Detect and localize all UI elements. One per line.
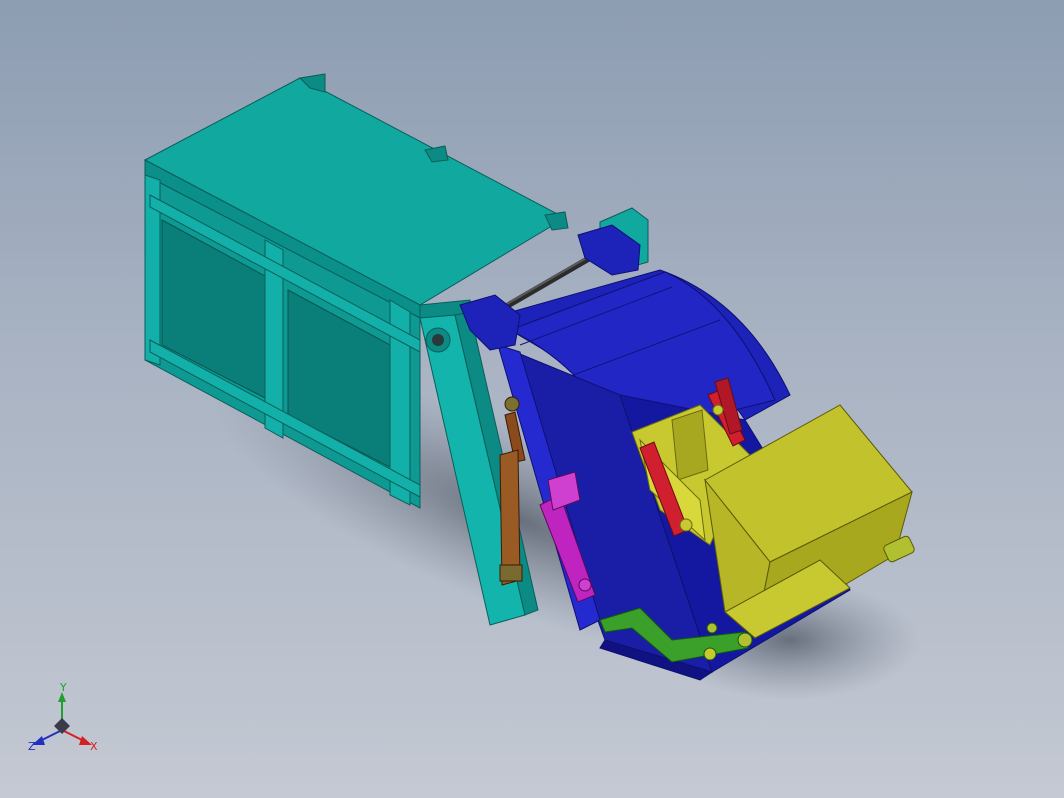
3d-model-view[interactable] [0, 0, 1064, 798]
y-axis-label: Y [59, 682, 67, 694]
z-axis-label: Z [28, 740, 36, 753]
graphics-viewport[interactable]: Y X Z [0, 0, 1064, 798]
view-orientation-triad: Y X Z [28, 682, 98, 753]
x-axis-label: X [90, 740, 98, 753]
triad-origin-icon [54, 718, 70, 734]
